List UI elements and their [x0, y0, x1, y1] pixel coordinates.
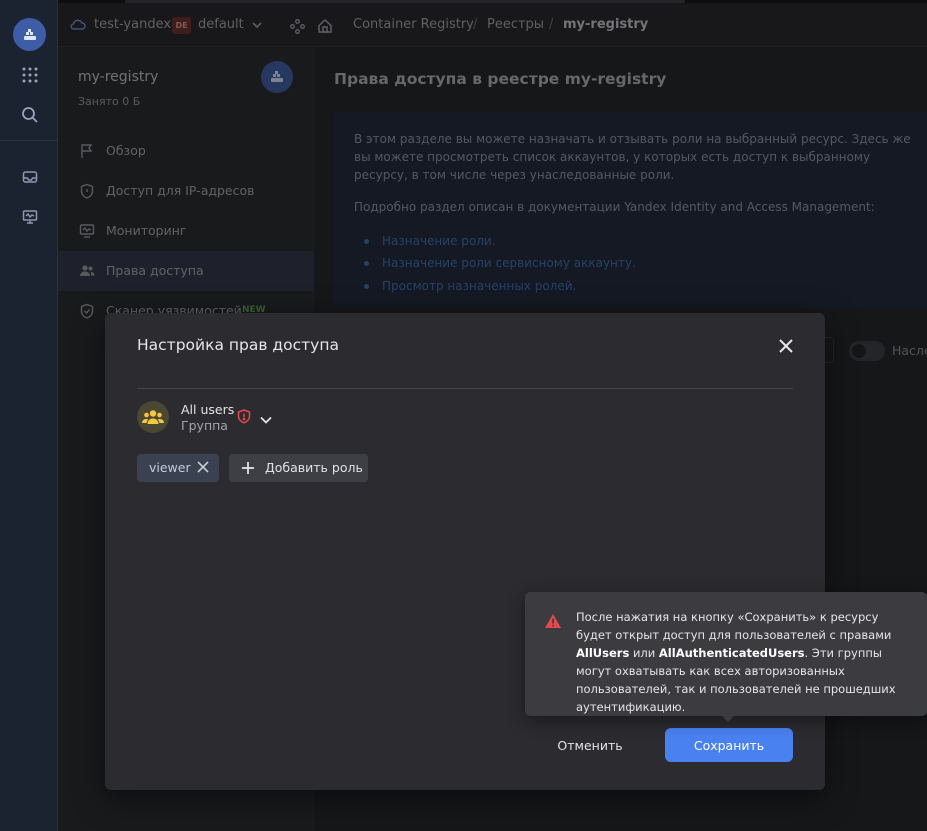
inbox-icon[interactable] [19, 166, 41, 188]
warning-text: После нажатия на кнопку «Сохранить» к ре… [576, 608, 911, 716]
plus-icon [241, 461, 255, 478]
shield-warning-icon[interactable] [237, 409, 251, 428]
group-name-allusers: AllUsers [576, 646, 630, 660]
chevron-down-icon[interactable] [259, 410, 273, 429]
role-chip-viewer: viewer [137, 454, 219, 482]
services-grid-icon[interactable] [19, 64, 41, 86]
remove-role-icon[interactable] [197, 461, 209, 476]
cancel-button[interactable]: Отменить [545, 728, 635, 762]
cloud-logo-icon[interactable] [13, 18, 46, 51]
rail-divider [0, 140, 58, 141]
group-avatar-icon [137, 401, 169, 433]
warning-text-part: После нажатия на кнопку «Сохранить» к ре… [576, 610, 892, 642]
warning-triangle-icon [544, 613, 562, 633]
add-role-label: Добавить роль [265, 460, 363, 475]
subject-type: Группа [181, 418, 228, 433]
group-name-allauthenticated: AllAuthenticatedUsers [658, 646, 805, 660]
role-chip-label: viewer [149, 460, 191, 475]
monitoring-icon[interactable] [19, 206, 41, 228]
dialog-divider [137, 388, 793, 389]
subject-row: All users Группа [137, 401, 537, 437]
warning-text-part: или [629, 646, 659, 660]
close-icon[interactable] [776, 336, 796, 356]
search-icon[interactable] [19, 104, 41, 126]
access-settings-dialog: Настройка прав доступа All users Группа … [105, 313, 825, 790]
subject-name: All users [181, 402, 235, 417]
dialog-title: Настройка прав доступа [137, 336, 339, 354]
warning-tooltip: После нажатия на кнопку «Сохранить» к ре… [525, 592, 927, 722]
app-rail [0, 0, 58, 831]
add-role-button[interactable]: Добавить роль [229, 454, 368, 482]
save-button[interactable]: Сохранить [665, 728, 793, 762]
